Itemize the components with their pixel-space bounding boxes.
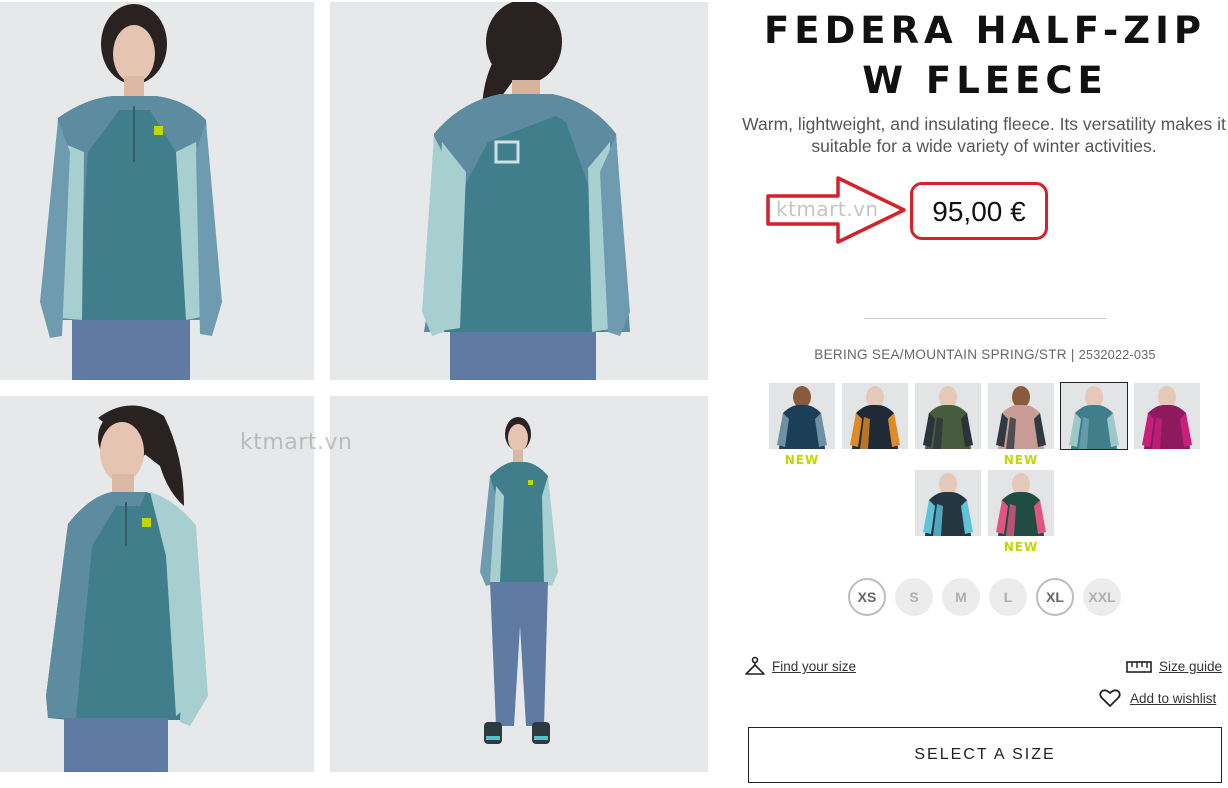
swatch-thumbnail [988, 470, 1054, 536]
color-swatch[interactable] [1060, 382, 1128, 450]
hanger-icon [745, 656, 765, 675]
new-badge: NEW [784, 453, 820, 467]
color-swatch[interactable] [988, 470, 1054, 536]
add-to-wishlist-link[interactable]: Add to wishlist [1130, 691, 1216, 706]
product-price: 95,00 € [932, 196, 1026, 227]
swatch-thumbnail [915, 383, 981, 449]
color-swatch[interactable] [842, 383, 908, 449]
swatch-thumbnail [1134, 383, 1200, 449]
find-your-size-link[interactable]: Find your size [772, 659, 856, 674]
color-swatch[interactable] [988, 383, 1054, 449]
watermark-gallery: ktmart.vn [240, 430, 353, 455]
size-option-xs[interactable]: XS [848, 578, 886, 616]
new-badge: NEW [1003, 453, 1039, 467]
swatch-thumbnail [842, 383, 908, 449]
size-option-s[interactable]: S [895, 578, 933, 616]
size-option-xxl[interactable]: XXL [1083, 578, 1121, 616]
swatch-thumbnail [769, 383, 835, 449]
variant-label: BERING SEA/MOUNTAIN SPRING/STR | 2532022… [748, 347, 1222, 362]
divider [864, 318, 1106, 319]
product-title: FEDERA HALF-ZIP W FLEECE [764, 9, 1206, 102]
color-swatch[interactable] [769, 383, 835, 449]
size-guide-link[interactable]: Size guide [1159, 659, 1222, 674]
swatch-thumbnail [1061, 383, 1127, 449]
swatch-thumbnail [915, 470, 981, 536]
product-photo-front[interactable] [0, 2, 314, 380]
product-photo-back[interactable] [330, 2, 708, 380]
size-option-l[interactable]: L [989, 578, 1027, 616]
ruler-icon [1126, 661, 1152, 673]
new-badge: NEW [1003, 540, 1039, 554]
color-swatch[interactable] [915, 383, 981, 449]
product-description: Warm, lightweight, and insulating fleece… [742, 114, 1226, 156]
variant-name: BERING SEA/MOUNTAIN SPRING/STR | [814, 347, 1075, 362]
size-option-m[interactable]: M [942, 578, 980, 616]
color-swatch[interactable] [915, 470, 981, 536]
size-option-xl[interactable]: XL [1036, 578, 1074, 616]
watermark-price: ktmart.vn [776, 197, 879, 221]
heart-icon[interactable] [1099, 688, 1121, 708]
swatch-thumbnail [988, 383, 1054, 449]
color-swatch[interactable] [1134, 383, 1200, 449]
variant-code: 2532022-035 [1078, 348, 1156, 362]
product-photo-full-body[interactable] [330, 396, 708, 772]
select-size-button[interactable]: SELECT A SIZE [748, 727, 1222, 783]
